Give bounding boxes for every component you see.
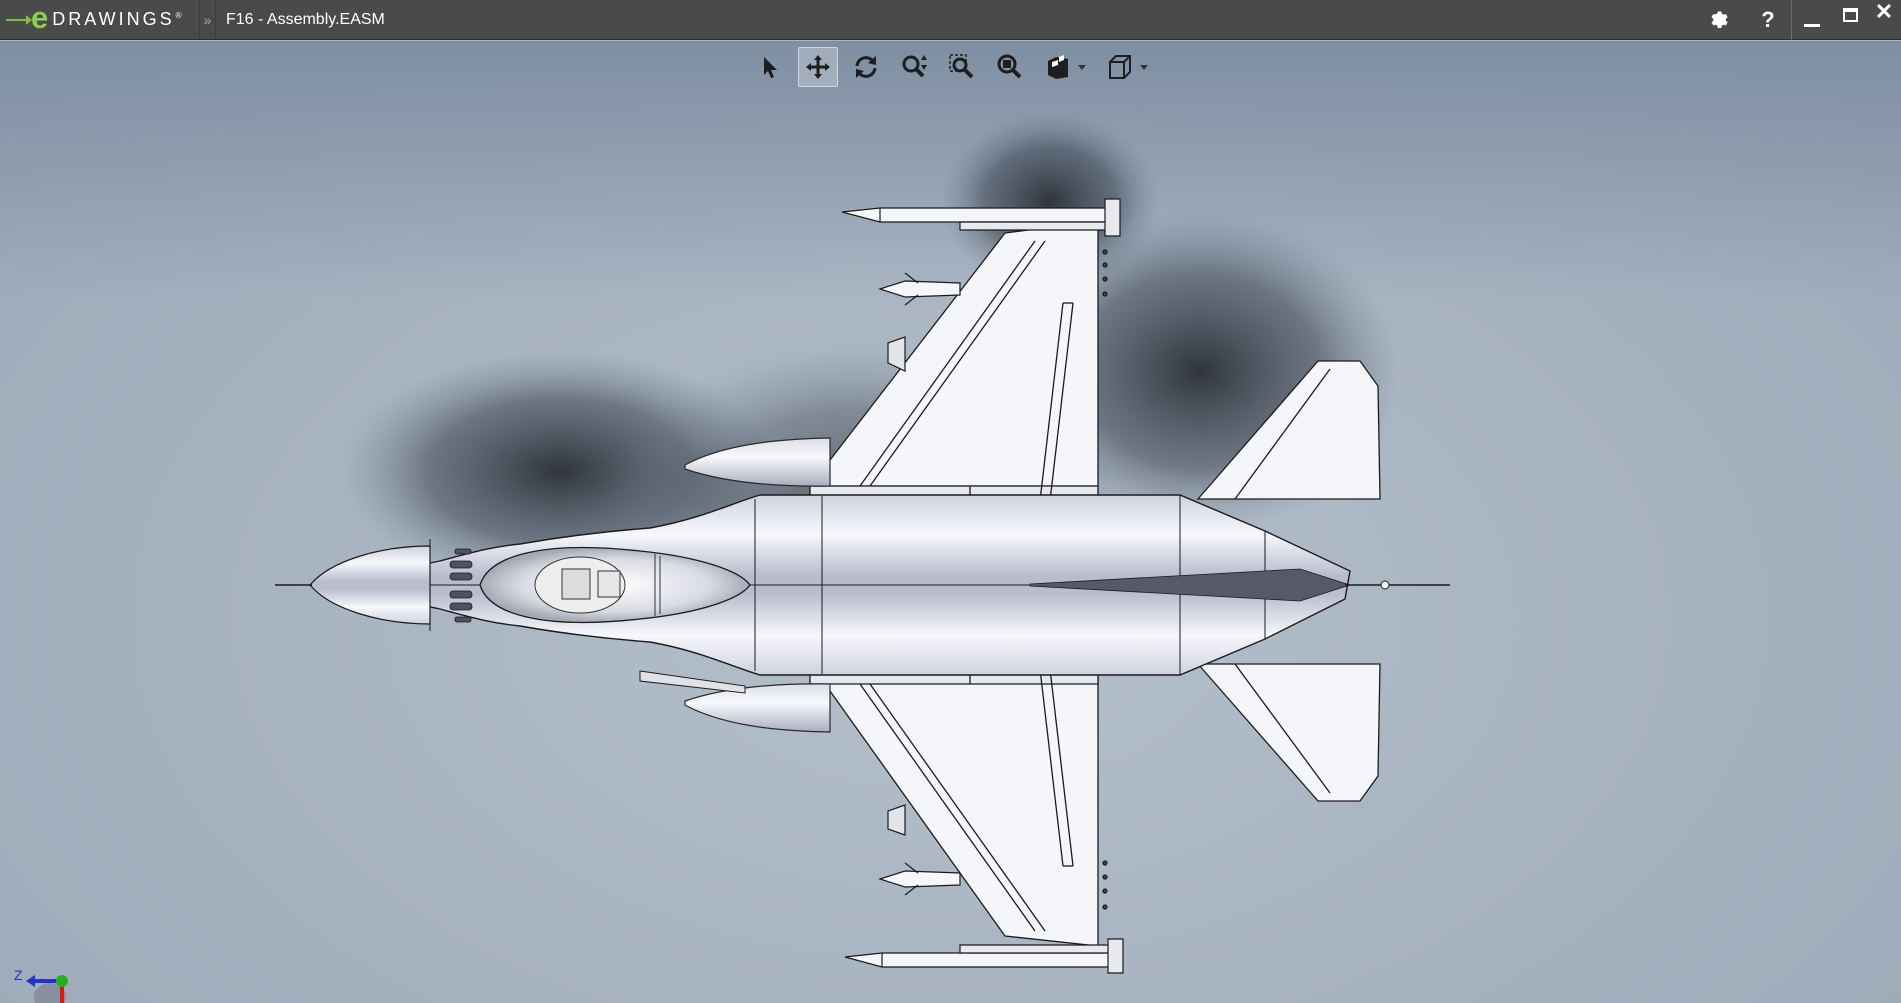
zoom-area-icon xyxy=(949,54,974,79)
display-style-icon xyxy=(1048,55,1068,79)
cube-icon xyxy=(1109,55,1131,79)
help-button[interactable]: ? xyxy=(1756,0,1780,40)
zoom-tool-button[interactable] xyxy=(894,47,934,87)
view-toolbar xyxy=(750,47,1162,87)
settings-button[interactable] xyxy=(1705,0,1733,40)
pan-tool-button[interactable] xyxy=(798,47,838,87)
maximize-icon xyxy=(1842,8,1858,22)
window-controls-separator xyxy=(1791,0,1792,40)
standard-views-dropdown[interactable] xyxy=(1140,47,1152,87)
zoom-to-fit-button[interactable] xyxy=(990,47,1030,87)
lower-wing xyxy=(808,662,1099,947)
chevron-down-icon xyxy=(1140,64,1148,70)
pointer-icon xyxy=(764,57,777,78)
zoom-icon xyxy=(902,55,927,78)
logo-registered-mark: ® xyxy=(175,11,182,20)
gear-icon xyxy=(1711,11,1728,28)
edrawings-logo: e DRAWINGS ® xyxy=(0,0,200,40)
title-bar: e DRAWINGS ® » F16 - Assembly.EASM ? ✕ xyxy=(0,0,1901,40)
logo-arrow-icon xyxy=(6,14,32,25)
display-style-dropdown[interactable] xyxy=(1078,47,1090,87)
zoom-to-area-button[interactable] xyxy=(942,47,982,87)
minimize-icon xyxy=(1804,23,1820,27)
zoom-fit-icon xyxy=(997,54,1022,79)
close-button[interactable]: ✕ xyxy=(1870,0,1898,32)
expand-panel-button[interactable]: » xyxy=(200,0,216,40)
rotate-tool-button[interactable] xyxy=(846,47,886,87)
rotate-icon xyxy=(855,56,877,78)
axis-triad xyxy=(26,975,68,1003)
logo-word: DRAWINGS xyxy=(52,9,175,29)
chevron-down-icon xyxy=(1078,64,1086,70)
pan-icon xyxy=(806,55,830,79)
select-tool-button[interactable] xyxy=(750,47,790,87)
model-scene[interactable]: Z X xyxy=(0,41,1901,1003)
triad-z-label: Z xyxy=(14,967,23,983)
standard-views-button[interactable] xyxy=(1100,47,1140,87)
maximize-button[interactable] xyxy=(1836,0,1864,40)
display-style-button[interactable] xyxy=(1038,47,1078,87)
minimize-button[interactable] xyxy=(1798,0,1826,40)
logo-letter: e xyxy=(31,0,49,35)
document-title: F16 - Assembly.EASM xyxy=(226,10,385,28)
